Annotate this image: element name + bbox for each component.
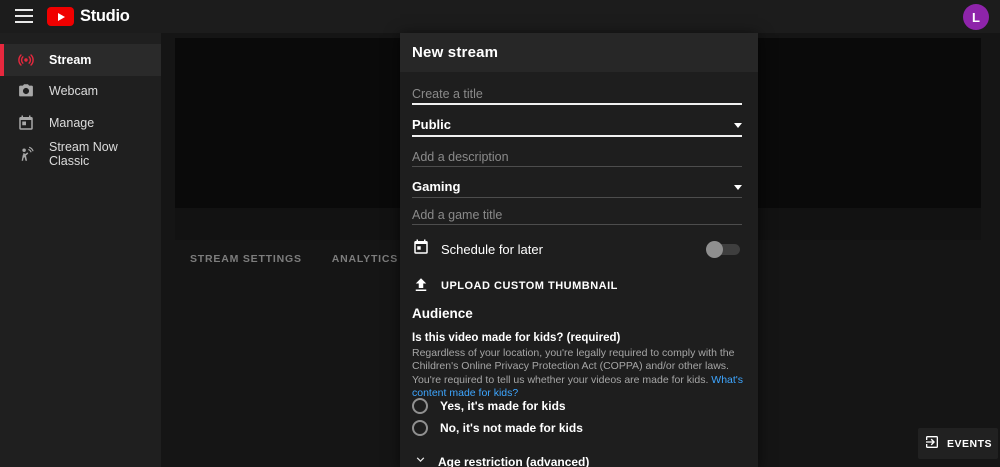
- age-restriction-expander[interactable]: Age restriction (advanced): [413, 453, 589, 467]
- exit-to-app-icon: [924, 434, 940, 453]
- age-restriction-label: Age restriction (advanced): [438, 455, 589, 467]
- schedule-label: Schedule for later: [441, 242, 543, 257]
- calendar-icon: [412, 238, 430, 261]
- new-stream-dialog: New stream Public Gaming Schedule for la…: [400, 33, 758, 467]
- category-select[interactable]: Gaming: [412, 178, 742, 198]
- calendar-icon: [17, 114, 35, 132]
- events-button[interactable]: EVENTS: [918, 428, 998, 459]
- audience-heading: Audience: [412, 306, 473, 321]
- radio-button-icon: [412, 420, 428, 436]
- hamburger-icon[interactable]: [15, 9, 33, 23]
- privacy-select[interactable]: Public: [412, 117, 742, 137]
- dialog-header: New stream: [400, 33, 758, 72]
- category-value: Gaming: [412, 179, 460, 197]
- toggle-knob: [706, 241, 723, 258]
- sidebar: Stream Webcam Manage: [0, 33, 161, 467]
- active-indicator: [0, 44, 4, 76]
- kids-disclaimer: Regardless of your location, you're lega…: [412, 347, 745, 401]
- youtube-studio-live-page: Studio L Stream: [0, 0, 1000, 467]
- sidebar-item-label: Stream Now Classic: [49, 140, 161, 168]
- youtube-play-icon: [47, 7, 74, 26]
- sidebar-item-manage[interactable]: Manage: [0, 107, 161, 139]
- classic-stream-icon: [17, 145, 35, 163]
- broadcast-icon: [17, 51, 35, 69]
- tab-analytics[interactable]: ANALYTICS: [332, 253, 398, 265]
- description-input[interactable]: [412, 147, 742, 167]
- top-bar: Studio L: [0, 0, 1000, 33]
- schedule-toggle[interactable]: [706, 240, 742, 258]
- radio-label: No, it's not made for kids: [440, 421, 583, 435]
- sidebar-item-stream-now-classic[interactable]: Stream Now Classic: [0, 139, 161, 171]
- chevron-down-icon: [734, 185, 742, 190]
- radio-made-for-kids[interactable]: Yes, it's made for kids: [412, 397, 566, 415]
- chevron-down-icon: [413, 452, 428, 467]
- camera-icon: [17, 82, 35, 100]
- sidebar-item-label: Manage: [49, 116, 94, 130]
- youtube-studio-logo[interactable]: Studio: [47, 0, 130, 33]
- chevron-down-icon: [734, 123, 742, 128]
- stream-title-input[interactable]: [412, 85, 742, 105]
- upload-thumbnail-button[interactable]: UPLOAD CUSTOM THUMBNAIL: [412, 276, 618, 296]
- schedule-row: Schedule for later: [412, 238, 742, 260]
- kids-question: Is this video made for kids? (required): [412, 332, 620, 344]
- events-label: EVENTS: [947, 438, 992, 450]
- kids-disclaimer-text: Regardless of your location, you're lega…: [412, 347, 734, 386]
- dialog-title: New stream: [400, 33, 758, 72]
- brand-label: Studio: [80, 7, 130, 26]
- avatar[interactable]: L: [963, 4, 989, 30]
- sidebar-item-webcam[interactable]: Webcam: [0, 76, 161, 108]
- radio-button-icon: [412, 398, 428, 414]
- privacy-value: Public: [412, 117, 451, 135]
- sidebar-item-label: Webcam: [49, 84, 98, 98]
- upload-label: UPLOAD CUSTOM THUMBNAIL: [441, 280, 618, 292]
- tab-stream-settings[interactable]: STREAM SETTINGS: [190, 253, 302, 265]
- radio-not-made-for-kids[interactable]: No, it's not made for kids: [412, 419, 583, 437]
- sidebar-item-label: Stream: [49, 53, 91, 67]
- sidebar-item-stream[interactable]: Stream: [0, 44, 161, 76]
- radio-label: Yes, it's made for kids: [440, 399, 566, 413]
- upload-icon: [412, 276, 430, 297]
- game-title-input[interactable]: [412, 205, 742, 225]
- background-tabs: STREAM SETTINGS ANALYTICS: [190, 253, 398, 265]
